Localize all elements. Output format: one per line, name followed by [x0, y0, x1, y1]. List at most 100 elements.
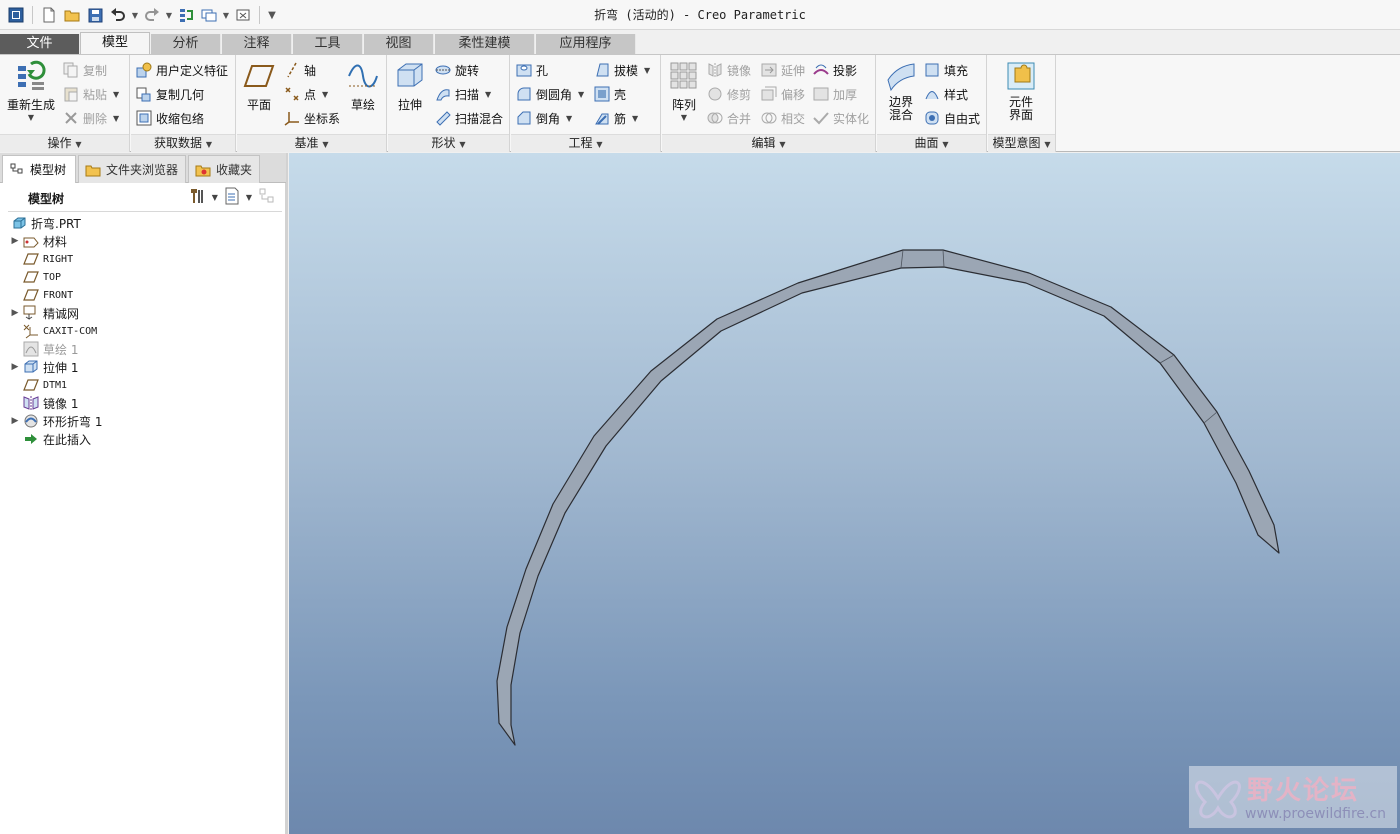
tab-analysis[interactable]: 分析 [151, 34, 221, 54]
tree-item[interactable]: ▶ 材料 [8, 232, 282, 250]
plane-label: 平面 [246, 98, 271, 112]
tree-item[interactable]: ▶ 拉伸 1 [8, 358, 282, 376]
hole-label: 孔 [536, 63, 549, 78]
regenerate-button[interactable]: 重新生成 ▼ [4, 59, 58, 122]
tree-item[interactable]: ▶ 环形折弯 1 [8, 412, 282, 430]
solidify-button[interactable]: 实体化 [812, 107, 869, 129]
tree-item[interactable]: 镜像 1 [8, 394, 282, 412]
expand-arrow-icon[interactable]: ▶ [8, 362, 22, 372]
fill-button[interactable]: 填充 [923, 59, 968, 81]
expand-arrow-icon[interactable]: ▶ [8, 308, 22, 318]
extend-button[interactable]: 延伸 [760, 59, 805, 81]
tab-flexible-modeling[interactable]: 柔性建模 [435, 34, 535, 54]
offset-button[interactable]: 偏移 [760, 83, 805, 105]
tree-item[interactable]: 草绘 1 [8, 340, 282, 358]
component-interface-icon [1004, 59, 1038, 93]
tab-applications[interactable]: 应用程序 [536, 34, 636, 54]
group-operations: 重新生成 ▼ 复制 粘贴 ▼ 删除 ▼ 操作 ▼ [0, 55, 130, 152]
draft-button[interactable]: 拔模 ▼ [593, 59, 650, 81]
material-icon [22, 233, 40, 249]
tab-model[interactable]: 模型 [80, 32, 150, 54]
shrinkwrap-button[interactable]: 收缩包络 [135, 107, 204, 129]
tab-folder-browser[interactable]: 文件夹浏览器 [78, 155, 186, 183]
tree-item[interactable]: ▶ 精诚网 [8, 304, 282, 322]
chamfer-button[interactable]: 倒角 ▼ [515, 107, 572, 129]
group-label-surfaces[interactable]: 曲面 ▼ [877, 134, 986, 152]
component-interface-button[interactable]: 元件 界面 [1000, 59, 1042, 122]
group-label-datum[interactable]: 基准 ▼ [237, 134, 386, 152]
tree-item[interactable]: CAXIT-COM [8, 322, 282, 340]
group-label-editing[interactable]: 编辑 ▼ [662, 134, 875, 152]
part-icon [10, 215, 28, 231]
boundary-blend-button[interactable]: 边界 混合 [881, 59, 921, 122]
group-label-model-intent[interactable]: 模型意图 ▼ [988, 134, 1055, 152]
graphics-window[interactable]: 野火论坛 www.proewildfire.cn [289, 153, 1400, 834]
csys-button[interactable]: 坐标系 [283, 107, 340, 129]
show-icon[interactable] [224, 187, 240, 208]
mirror-label: 镜像 [727, 63, 752, 78]
tab-view[interactable]: 视图 [364, 34, 434, 54]
surfaces-label: 曲面 [914, 136, 939, 150]
group-label-shapes[interactable]: 形状 ▼ [388, 134, 509, 152]
copy-geometry-button[interactable]: 复制几何 [135, 83, 204, 105]
intersect-button[interactable]: 相交 [760, 107, 805, 129]
tab-folder-browser-label: 文件夹浏览器 [106, 163, 179, 177]
group-label-operations[interactable]: 操作 ▼ [0, 134, 129, 152]
tree-item[interactable]: 在此插入 [8, 430, 282, 448]
tree-item[interactable]: DTM1 [8, 376, 282, 394]
extrude-button[interactable]: 拉伸 [392, 59, 428, 113]
project-button[interactable]: 投影 [812, 59, 857, 81]
pattern-button[interactable]: 阵列 ▼ [666, 59, 702, 122]
offset-label: 偏移 [781, 87, 806, 102]
bent-arc-model[interactable] [289, 153, 1400, 834]
chevron-down-icon[interactable]: ▼ [246, 193, 252, 202]
thicken-button[interactable]: 加厚 [812, 83, 857, 105]
rib-button[interactable]: 筋 ▼ [593, 107, 638, 129]
tree-item[interactable]: 折弯.PRT [8, 214, 282, 232]
butterfly-logo-icon [1195, 780, 1241, 819]
expand-arrow-icon[interactable]: ▶ [8, 236, 22, 246]
swept-blend-label: 扫描混合 [455, 111, 504, 126]
axis-button[interactable]: 轴 [283, 59, 316, 81]
tree-settings-icon[interactable] [188, 187, 206, 208]
round-button[interactable]: 倒圆角 ▼ [515, 83, 584, 105]
mirror-button[interactable]: 镜像 [706, 59, 751, 81]
revolve-button[interactable]: 旋转 [434, 59, 479, 81]
hole-button[interactable]: 孔 [515, 59, 548, 81]
group-label-engineering[interactable]: 工程 ▼ [511, 134, 660, 152]
group-engineering: 孔 倒圆角 ▼ 倒角 ▼ 拔模 ▼ 壳 筋 ▼ 工程 ▼ [511, 55, 661, 152]
expand-arrow-icon[interactable]: ▶ [8, 416, 22, 426]
tree-item[interactable]: TOP [8, 268, 282, 286]
paste-button[interactable]: 粘贴 ▼ [62, 83, 119, 105]
chevron-down-icon[interactable]: ▼ [212, 193, 218, 202]
layer-icon [22, 305, 40, 321]
tree-item[interactable]: RIGHT [8, 250, 282, 268]
tab-file[interactable]: 文件 [0, 34, 80, 54]
chevron-down-icon: ▼ [1044, 140, 1051, 149]
sketch-button[interactable]: 草绘 [343, 59, 383, 113]
copy-button[interactable]: 复制 [62, 59, 107, 81]
tree-filter-icon[interactable] [258, 187, 276, 208]
udf-button[interactable]: 用户定义特征 [135, 59, 228, 81]
tab-model-tree[interactable]: 模型树 [2, 155, 76, 183]
extend-icon [760, 61, 778, 79]
offset-icon [760, 85, 778, 103]
sweep-icon [434, 85, 452, 103]
chevron-down-icon: ▼ [113, 113, 120, 123]
trim-button[interactable]: 修剪 [706, 83, 751, 105]
tree-item[interactable]: FRONT [8, 286, 282, 304]
style-button[interactable]: 样式 [923, 83, 968, 105]
freestyle-button[interactable]: 自由式 [923, 107, 980, 129]
merge-button[interactable]: 合并 [706, 107, 751, 129]
delete-button[interactable]: 删除 ▼ [62, 107, 119, 129]
tab-annotate[interactable]: 注释 [222, 34, 292, 54]
tab-tools[interactable]: 工具 [293, 34, 363, 54]
shell-button[interactable]: 壳 [593, 83, 626, 105]
tab-favorites[interactable]: 收藏夹 [188, 155, 260, 183]
point-button[interactable]: 点 ▼ [283, 83, 328, 105]
swept-blend-button[interactable]: 扫描混合 [434, 107, 503, 129]
sweep-button[interactable]: 扫描 ▼ [434, 83, 491, 105]
revolve-label: 旋转 [455, 63, 480, 78]
group-label-get-data[interactable]: 获取数据 ▼ [131, 134, 235, 152]
plane-button[interactable]: 平面 [241, 59, 277, 113]
